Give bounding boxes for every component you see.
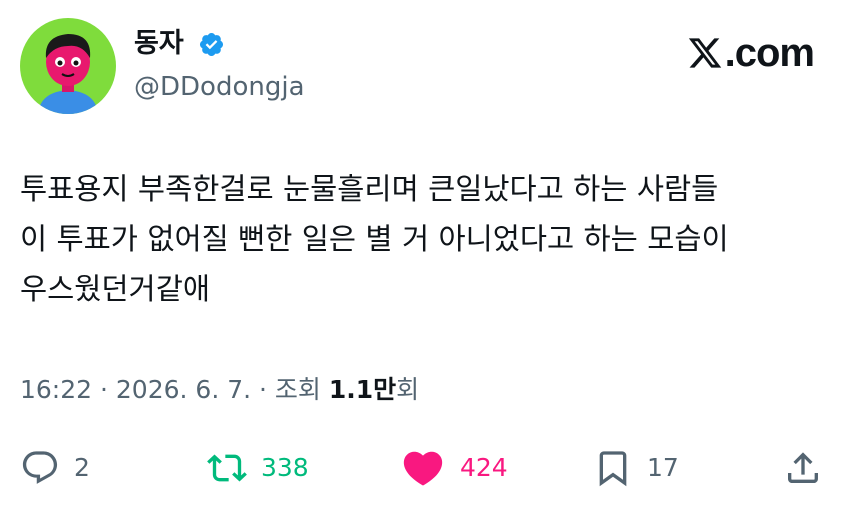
tweet-text-line: 투표용지 부족한걸로 눈물흘리며 큰일났다고 하는 사람들 [20, 172, 719, 206]
views-suffix: 회 [396, 375, 420, 404]
share-button[interactable] [783, 446, 823, 490]
reply-button[interactable]: 2 [20, 446, 90, 490]
reply-count: 2 [74, 453, 90, 482]
bookmark-count: 17 [647, 453, 679, 482]
meta-separator: · [251, 375, 275, 404]
bookmark-icon [599, 451, 627, 487]
bookmark-button[interactable]: 17 [593, 446, 679, 490]
brand-logo: .com [687, 30, 815, 76]
views-count: 1.1만 [328, 375, 397, 404]
heart-icon [403, 451, 443, 486]
display-name[interactable]: 동자 [134, 26, 184, 62]
tweet-text-line: 우스웠던거같애 [20, 272, 210, 306]
share-icon [788, 452, 818, 483]
retweet-count: 338 [261, 453, 309, 482]
x-logo-icon [688, 38, 721, 68]
views-prefix: 조회 [274, 375, 329, 404]
like-count: 424 [460, 453, 508, 482]
user-handle[interactable]: @DDodongja [134, 69, 305, 105]
tweet-text: 투표용지 부족한걸로 눈물흘리며 큰일났다고 하는 사람들 이 투표가 없어질 … [20, 164, 832, 314]
tweet-time[interactable]: 16:22 [20, 375, 92, 404]
avatar[interactable] [20, 18, 116, 114]
retweet-icon [207, 454, 247, 482]
reply-icon [22, 451, 58, 484]
tweet-text-line: 이 투표가 없어질 뻔한 일은 별 거 아니었다고 하는 모습이 [20, 222, 729, 256]
tweet-meta: 16:22 · 2026. 6. 7. · 조회 1.1만회 [20, 370, 419, 410]
tweet-date[interactable]: 2026. 6. 7. [116, 375, 251, 404]
avatar-illustration [20, 18, 116, 114]
verified-badge-icon [199, 32, 224, 57]
brand-domain: .com [724, 31, 815, 75]
meta-separator: · [92, 375, 116, 404]
like-button[interactable]: 424 [400, 446, 508, 490]
retweet-button[interactable]: 338 [207, 446, 309, 490]
action-bar: 2 338 424 17 [0, 440, 850, 496]
